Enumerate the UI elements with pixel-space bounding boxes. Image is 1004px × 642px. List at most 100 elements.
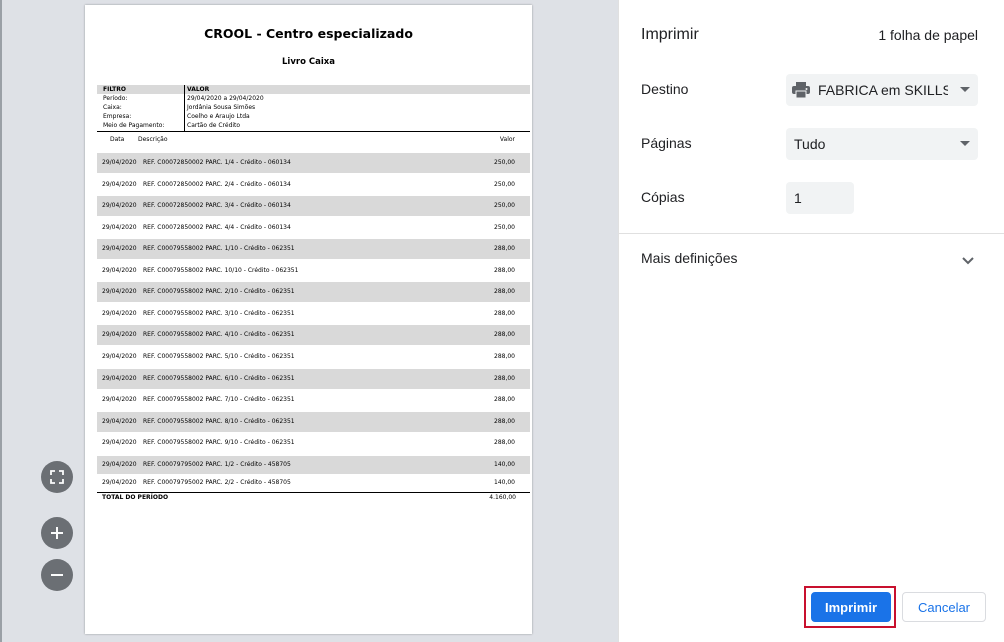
table-row: 29/04/2020 REF. C00072850002 PARC. 2/4 - … (97, 175, 530, 195)
cancel-button[interactable]: Cancelar (902, 592, 986, 622)
copies-label: Cópias (641, 189, 685, 205)
window-edge (0, 0, 2, 642)
filter-header-label: FILTRO (103, 86, 126, 93)
pages-select[interactable]: Tudo (786, 128, 978, 160)
zoom-in-button[interactable] (41, 517, 73, 549)
row-date: 29/04/2020 (102, 479, 137, 486)
printer-icon (792, 82, 810, 101)
filter-row: Meio de Pagamento: Cartão de Crédito (97, 121, 530, 130)
row-description: REF. C00072850002 PARC. 1/4 - Crédito - … (143, 159, 291, 166)
sheet-count: 1 folha de papel (878, 27, 978, 43)
minus-icon (50, 568, 64, 582)
row-value: 250,00 (494, 202, 515, 209)
dropdown-arrow-icon (960, 141, 970, 146)
print-settings-panel: Imprimir 1 folha de papel Destino FABRIC… (618, 0, 1004, 642)
row-value: 140,00 (494, 461, 515, 468)
row-description: REF. C00079558002 PARC. 1/10 - Crédito -… (143, 245, 295, 252)
row-description: REF. C00079558002 PARC. 6/10 - Crédito -… (143, 375, 295, 382)
filter-value: Coelho e Araujo Ltda (187, 113, 250, 120)
row-date: 29/04/2020 (102, 461, 137, 468)
row-value: 288,00 (494, 245, 515, 252)
row-value: 288,00 (494, 353, 515, 360)
destination-label: Destino (641, 81, 689, 97)
total-rule (97, 492, 530, 493)
row-description: REF. C00079795002 PARC. 1/2 - Crédito - … (143, 461, 291, 468)
total-value: 4.160,00 (489, 494, 516, 501)
row-description: REF. C00079558002 PARC. 5/10 - Crédito -… (143, 353, 295, 360)
fit-to-page-button[interactable] (41, 461, 73, 493)
chevron-down-icon[interactable] (962, 252, 974, 270)
filter-label: Caixa: (103, 104, 122, 111)
column-header-description: Descrição (138, 136, 168, 143)
plus-icon (50, 526, 64, 540)
column-header-date: Data (110, 136, 125, 143)
row-date: 29/04/2020 (102, 396, 137, 403)
table-top-rule (97, 131, 530, 132)
dropdown-arrow-icon (960, 87, 970, 92)
row-value: 250,00 (494, 159, 515, 166)
table-row: 29/04/2020 REF. C00072850002 PARC. 3/4 - … (97, 196, 530, 216)
panel-divider (619, 233, 1004, 234)
table-row: 29/04/2020 REF. C00079558002 PARC. 7/10 -… (97, 390, 530, 410)
pages-value: Tudo (794, 136, 826, 152)
filter-header-value: VALOR (187, 86, 210, 93)
row-description: REF. C00079558002 PARC. 3/10 - Crédito -… (143, 310, 295, 317)
table-row: 29/04/2020 REF. C00079558002 PARC. 1/10 -… (97, 239, 530, 259)
row-date: 29/04/2020 (102, 245, 137, 252)
filter-row: Período: 29/04/2020 a 29/04/2020 (97, 94, 530, 103)
row-description: REF. C00072850002 PARC. 3/4 - Crédito - … (143, 202, 291, 209)
filter-value: Jordânia Sousa Simões (187, 104, 256, 111)
row-date: 29/04/2020 (102, 181, 137, 188)
table-row: 29/04/2020 REF. C00079558002 PARC. 4/10 -… (97, 325, 530, 345)
destination-select[interactable]: FABRICA em SKILLSERVER (786, 74, 978, 106)
row-date: 29/04/2020 (102, 310, 137, 317)
filter-value: 29/04/2020 a 29/04/2020 (187, 95, 264, 102)
filter-value: Cartão de Crédito (187, 122, 241, 129)
table-row: 29/04/2020 REF. C00072850002 PARC. 4/4 - … (97, 218, 530, 238)
row-date: 29/04/2020 (102, 418, 137, 425)
row-value: 288,00 (494, 288, 515, 295)
row-value: 288,00 (494, 418, 515, 425)
table-row: 29/04/2020 REF. C00079558002 PARC. 8/10 -… (97, 412, 530, 432)
table-row: 29/04/2020 REF. C00079558002 PARC. 10/10 … (97, 261, 530, 281)
row-date: 29/04/2020 (102, 353, 137, 360)
filter-row: Caixa: Jordânia Sousa Simões (97, 103, 530, 112)
table-row: 29/04/2020 REF. C00079558002 PARC. 9/10 -… (97, 433, 530, 453)
more-settings-toggle[interactable]: Mais definições (641, 250, 738, 266)
table-row: 29/04/2020 REF. C00079558002 PARC. 3/10 -… (97, 304, 530, 324)
row-value: 288,00 (494, 375, 515, 382)
row-description: REF. C00079795002 PARC. 2/2 - Crédito - … (143, 479, 291, 486)
row-description: REF. C00072850002 PARC. 2/4 - Crédito - … (143, 181, 291, 188)
row-value: 288,00 (494, 310, 515, 317)
print-button[interactable]: Imprimir (811, 592, 891, 622)
filter-label: Período: (103, 95, 128, 102)
row-date: 29/04/2020 (102, 331, 137, 338)
filter-row: Empresa: Coelho e Araujo Ltda (97, 112, 530, 121)
copies-input[interactable]: 1 (786, 182, 854, 214)
table-row: 29/04/2020 REF. C00072850002 PARC. 1/4 - … (97, 153, 530, 173)
zoom-out-button[interactable] (41, 559, 73, 591)
document-subtitle: Livro Caixa (282, 57, 335, 67)
row-value: 288,00 (494, 331, 515, 338)
row-date: 29/04/2020 (102, 202, 137, 209)
row-description: REF. C00079558002 PARC. 10/10 - Crédito … (143, 267, 299, 274)
row-date: 29/04/2020 (102, 159, 137, 166)
print-preview-area: CROOL - Centro especializado Livro Caixa… (0, 0, 618, 642)
row-description: REF. C00072850002 PARC. 4/4 - Crédito - … (143, 224, 291, 231)
pages-label: Páginas (641, 135, 692, 151)
filter-column-divider (184, 85, 185, 131)
row-description: REF. C00079558002 PARC. 4/10 - Crédito -… (143, 331, 295, 338)
row-value: 140,00 (494, 479, 515, 486)
panel-title: Imprimir (641, 26, 699, 43)
row-date: 29/04/2020 (102, 224, 137, 231)
row-description: REF. C00079558002 PARC. 9/10 - Crédito -… (143, 439, 295, 446)
preview-page: CROOL - Centro especializado Livro Caixa… (85, 5, 532, 634)
destination-value: FABRICA em SKILLSERVER (818, 82, 948, 98)
row-value: 250,00 (494, 224, 515, 231)
row-description: REF. C00079558002 PARC. 2/10 - Crédito -… (143, 288, 295, 295)
table-row: 29/04/2020 REF. C00079795002 PARC. 1/2 - … (97, 456, 530, 474)
row-date: 29/04/2020 (102, 267, 137, 274)
row-value: 250,00 (494, 181, 515, 188)
table-row: 29/04/2020 REF. C00079558002 PARC. 2/10 -… (97, 282, 530, 302)
row-value: 288,00 (494, 396, 515, 403)
